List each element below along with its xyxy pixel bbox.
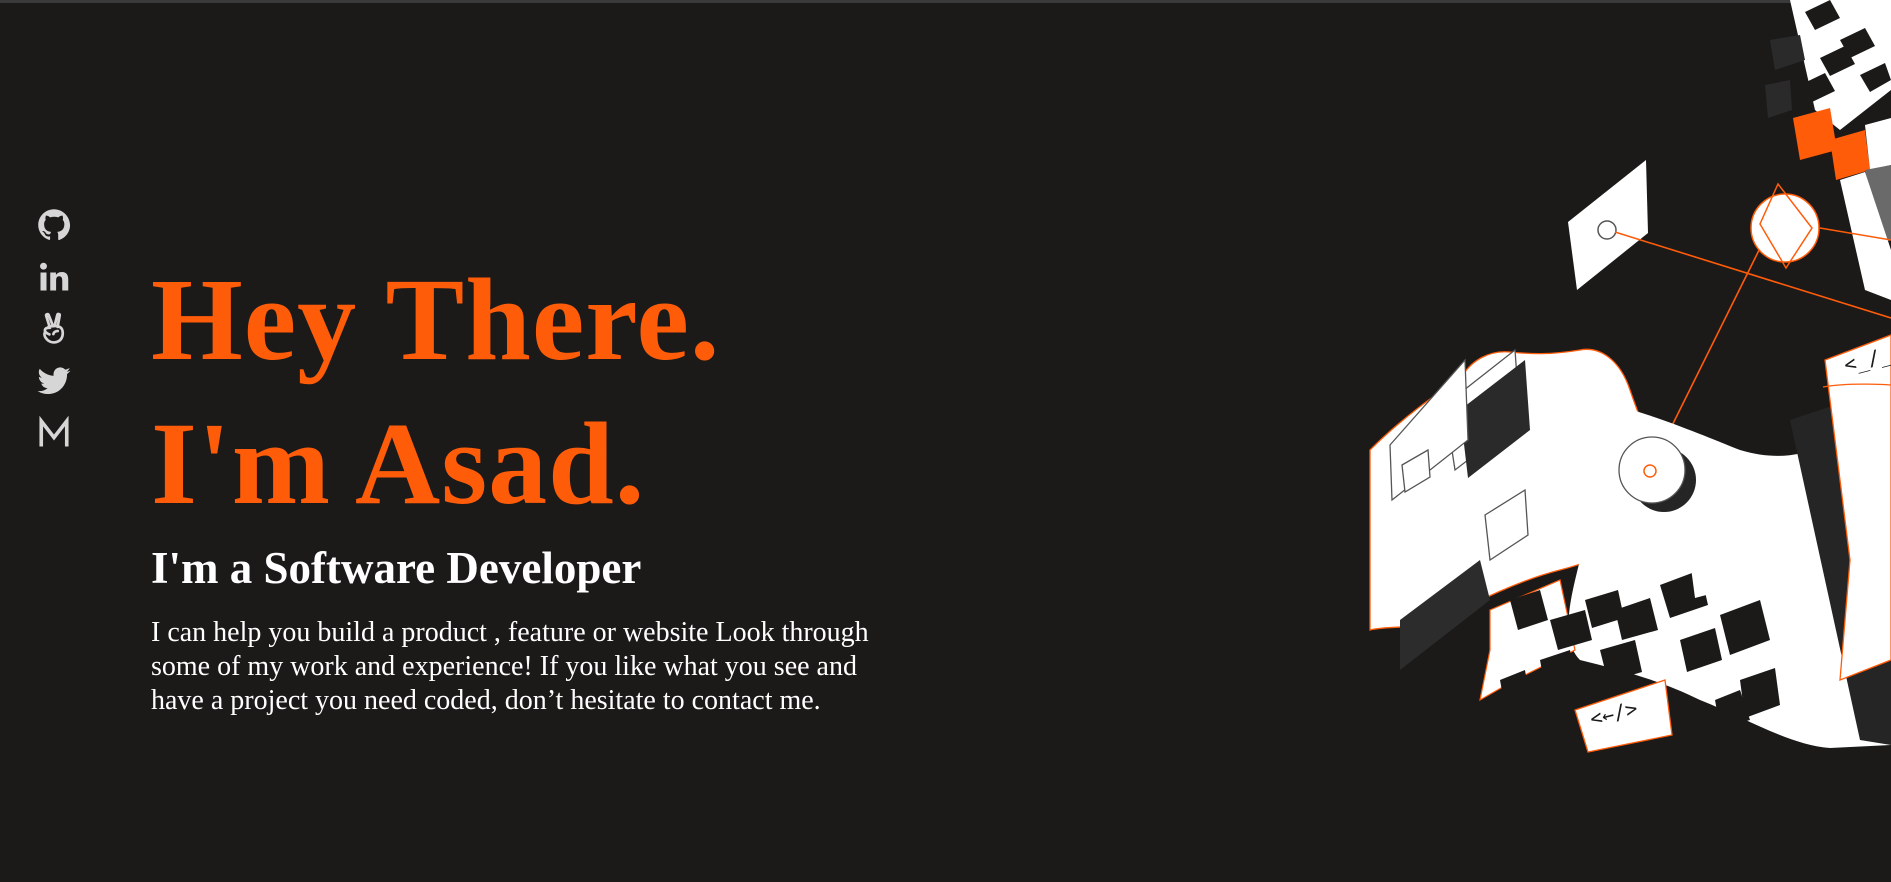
code-tag-card: <←/> [1574, 679, 1673, 753]
hero-heading: Hey There. I'm Asad. [151, 248, 911, 536]
isometric-code-illustration: <←/> <_/_ [1369, 0, 1891, 753]
medium-icon [39, 415, 69, 447]
github-link[interactable] [36, 207, 72, 243]
twitter-link[interactable] [36, 363, 72, 399]
node-circle-upper [1750, 182, 1820, 270]
ribbon-shape [1369, 334, 1891, 748]
github-icon [38, 209, 71, 241]
angellist-link[interactable] [36, 311, 72, 347]
hero-subtitle: I'm a Software Developer [151, 543, 642, 593]
hero-illustration: <←/> <_/_ [1360, 0, 1891, 770]
linkedin-icon [40, 262, 69, 291]
angellist-icon [43, 312, 65, 344]
linkedin-link[interactable] [36, 259, 72, 295]
medium-link[interactable] [36, 415, 72, 451]
hero-description: I can help you build a product , feature… [151, 617, 869, 716]
hero-section: Hey There. I'm Asad. I'm a Software Deve… [151, 248, 911, 718]
floating-panel [1568, 160, 1648, 290]
greeting-line: Hey There. [151, 254, 721, 385]
social-links [36, 207, 72, 467]
name-line: I'm Asad. [151, 398, 646, 529]
twitter-icon [37, 367, 71, 395]
